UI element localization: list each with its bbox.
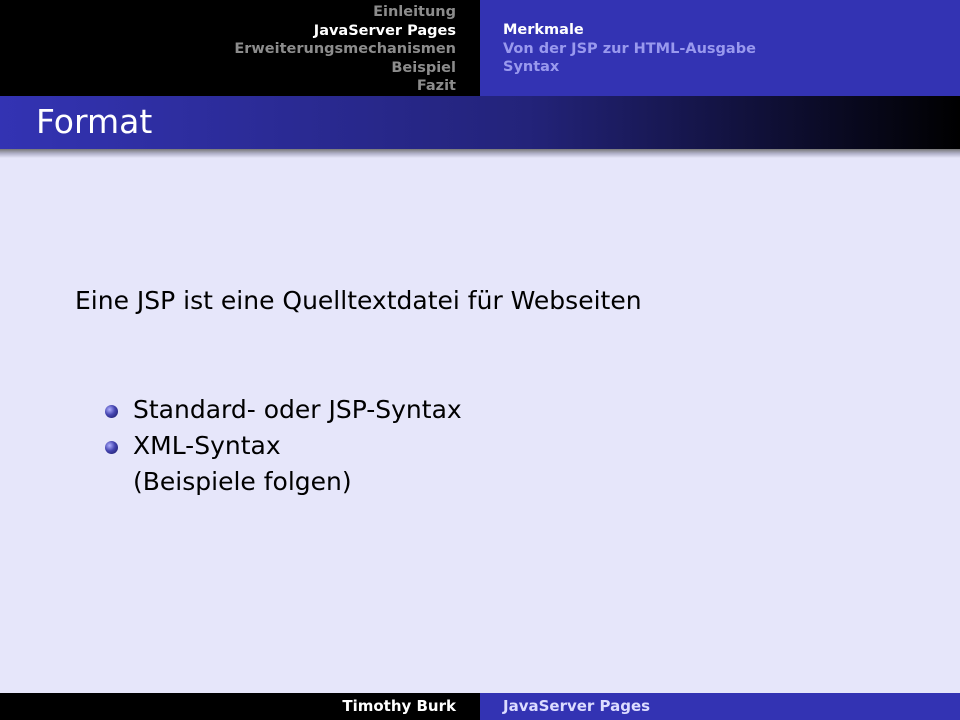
nav-section-javaserver-pages[interactable]: JavaServer Pages: [234, 22, 456, 41]
nav-section-einleitung[interactable]: Einleitung: [234, 3, 456, 22]
list-item: Standard- oder JSP-Syntax: [105, 392, 462, 428]
nav-subsection-syntax[interactable]: Syntax: [503, 58, 756, 77]
frame-title: Format: [36, 102, 153, 141]
list-item-label: XML-Syntax: [133, 431, 281, 460]
list-item-label: Standard- oder JSP-Syntax: [133, 395, 462, 424]
intro-text: Eine JSP ist eine Quelltextdatei für Web…: [75, 286, 642, 315]
footer: Timothy Burk JavaServer Pages: [0, 693, 960, 720]
list-item-note: (Beispiele folgen): [133, 467, 352, 496]
nav-section-erweiterungsmechanismen[interactable]: Erweiterungsmechanismen: [234, 40, 456, 59]
footer-title-box: JavaServer Pages: [480, 693, 960, 720]
subsection-navigation: Merkmale Von der JSP zur HTML-Ausgabe Sy…: [480, 0, 960, 96]
bullet-ball-icon: [105, 441, 118, 454]
nav-section-fazit[interactable]: Fazit: [234, 77, 456, 96]
bullet-list: Standard- oder JSP-Syntax XML-Syntax (Be…: [105, 392, 462, 500]
nav-subsection-merkmale[interactable]: Merkmale: [503, 21, 756, 40]
title-shadow: [0, 149, 960, 158]
section-navigation: Einleitung JavaServer Pages Erweiterungs…: [0, 0, 480, 96]
footer-title: JavaServer Pages: [503, 697, 651, 715]
frame-title-bar: Format: [0, 96, 960, 149]
bullet-ball-icon: [105, 405, 118, 418]
nav-section-beispiel[interactable]: Beispiel: [234, 59, 456, 78]
header-navigation: Einleitung JavaServer Pages Erweiterungs…: [0, 0, 960, 96]
list-item: XML-Syntax (Beispiele folgen): [105, 428, 462, 500]
nav-subsection-html-ausgabe[interactable]: Von der JSP zur HTML-Ausgabe: [503, 40, 756, 59]
footer-author: Timothy Burk: [342, 697, 456, 715]
footer-author-box: Timothy Burk: [0, 693, 480, 720]
